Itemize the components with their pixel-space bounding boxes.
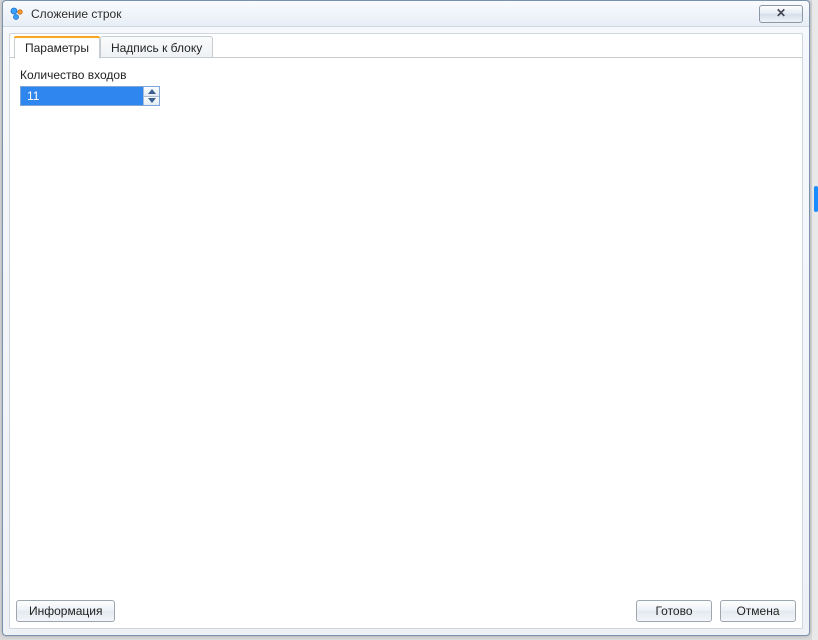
button-label: Информация [29,604,102,618]
spinner-down-button[interactable] [144,96,159,106]
button-label: Готово [655,604,692,618]
inputs-count-value[interactable]: 11 [21,87,143,105]
titlebar[interactable]: Сложение строк ✕ [3,1,809,27]
info-button[interactable]: Информация [16,600,115,622]
close-icon: ✕ [776,6,786,20]
chevron-up-icon [148,89,156,94]
tab-label: Надпись к блоку [111,41,202,55]
inputs-count-label: Количество входов [20,68,792,82]
tab-caption[interactable]: Надпись к блоку [100,36,213,58]
tab-parameters[interactable]: Параметры [14,37,100,59]
app-icon [9,6,25,22]
dialog-footer: Информация Готово Отмена [10,594,802,628]
close-button[interactable]: ✕ [759,5,803,23]
ok-button[interactable]: Готово [636,600,712,622]
cancel-button[interactable]: Отмена [720,600,796,622]
dialog-window: Сложение строк ✕ Параметры Надпись к бло… [2,0,810,636]
spinner-buttons [143,87,159,105]
background-strip [812,0,818,640]
spinner-up-button[interactable] [144,87,159,96]
tab-label: Параметры [25,41,89,55]
window-title: Сложение строк [31,7,759,21]
tab-content-parameters: Количество входов 11 [10,58,802,594]
inputs-count-spinner[interactable]: 11 [20,86,160,106]
chevron-down-icon [148,98,156,103]
button-label: Отмена [736,604,779,618]
tabstrip: Параметры Надпись к блоку [10,34,802,58]
client-area: Параметры Надпись к блоку Количество вхо… [9,33,803,629]
